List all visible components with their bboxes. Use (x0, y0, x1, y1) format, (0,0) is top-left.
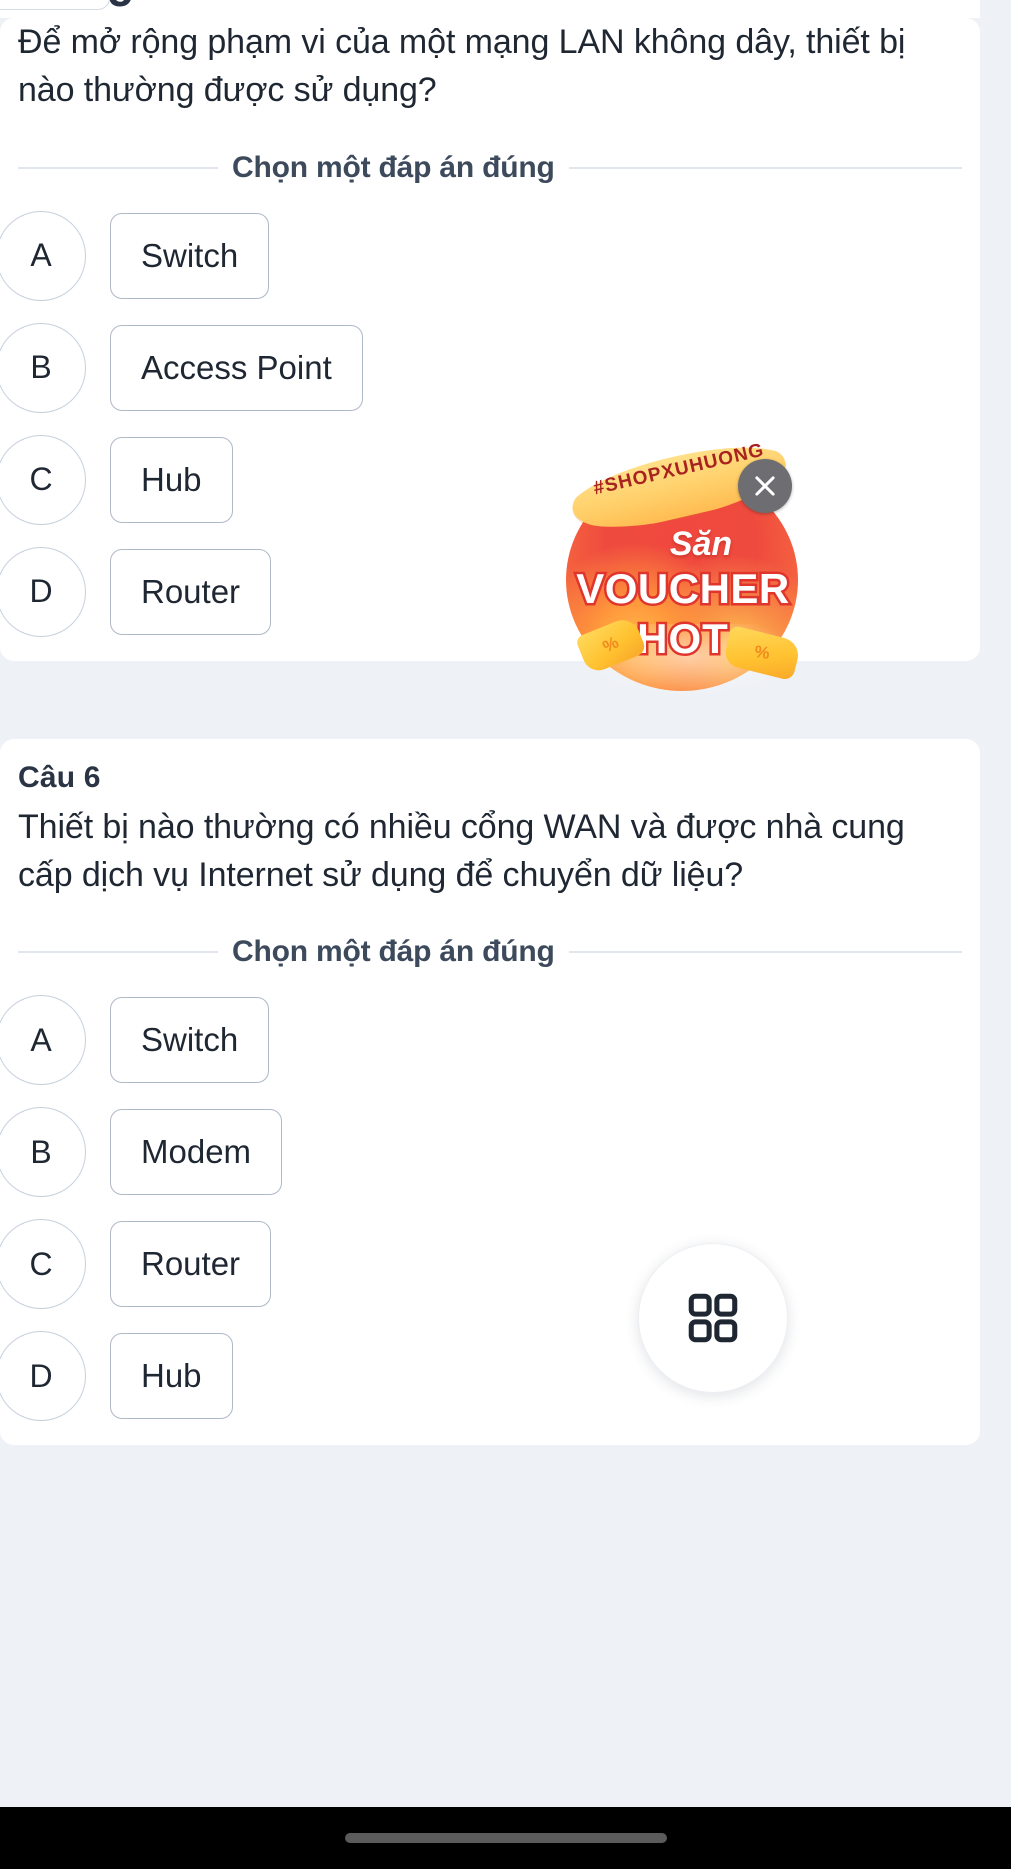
option-row[interactable]: A Switch (0, 210, 962, 301)
option-row[interactable]: D Router (0, 546, 962, 637)
question-text: Thiết bị nào thường có nhiều cổng WAN và… (18, 807, 905, 894)
answer-prompt-label: Chọn một đáp án đúng (232, 935, 555, 969)
option-row[interactable]: D Hub (0, 1331, 962, 1422)
option-letter-d[interactable]: D (0, 1331, 86, 1422)
divider-line-left (18, 951, 218, 954)
answer-prompt-divider: Chọn một đáp án đúng (18, 935, 962, 969)
option-letter-a[interactable]: A (0, 210, 86, 301)
page-edge-strip (980, 0, 1011, 1869)
voucher-ad-banner[interactable]: #SHOPXUHUONG Săn VOUCHER HOT % % (558, 447, 816, 705)
option-row[interactable]: B Modem (0, 1107, 962, 1198)
question-text: Để mở rộng phạm vi của một mạng LAN khôn… (18, 23, 906, 110)
previous-question-sliver: 5 (0, 0, 1011, 18)
close-icon[interactable] (738, 459, 792, 513)
percent-glyph: % (599, 632, 622, 657)
answer-prompt-divider: Chọn một đáp án đúng (18, 151, 962, 185)
option-letter-b[interactable]: B (0, 322, 86, 413)
grid-2x2-icon[interactable] (638, 1243, 788, 1393)
option-letter-b[interactable]: B (0, 1107, 86, 1198)
option-row[interactable]: A Switch (0, 995, 962, 1086)
card-separator-band (0, 660, 1011, 739)
divider-line-left (18, 166, 218, 169)
option-row[interactable]: C Router (0, 1219, 962, 1310)
ad-line-1: Săn (669, 525, 733, 563)
question-card-1: Để mở rộng phạm vi của một mạng LAN khôn… (0, 18, 980, 661)
option-answer-c[interactable]: Router (110, 1221, 272, 1308)
ad-line-2: VOUCHER (574, 563, 792, 615)
option-answer-a[interactable]: Switch (110, 212, 270, 299)
home-indicator[interactable] (344, 1833, 667, 1843)
options-list: A Switch B Modem C Router D Hub (0, 995, 962, 1422)
option-row[interactable]: B Access Point (0, 322, 962, 413)
question-number-label: Câu 6 (18, 760, 101, 794)
option-answer-c[interactable]: Hub (110, 436, 233, 523)
option-letter-a[interactable]: A (0, 995, 86, 1086)
app-screen: 5 Để mở rộng phạm vi của một mạng LAN kh… (0, 0, 1011, 1869)
question-card-2: Câu 6 Thiết bị nào thường có nhiều cổng … (0, 738, 980, 1446)
answer-prompt-label: Chọn một đáp án đúng (232, 150, 555, 184)
option-answer-b[interactable]: Access Point (110, 324, 363, 411)
percent-glyph: % (753, 642, 771, 663)
option-letter-c[interactable]: C (0, 434, 86, 525)
divider-line-right (568, 166, 962, 169)
divider-line-right (568, 951, 962, 954)
option-row[interactable]: C Hub (0, 434, 962, 525)
options-list: A Switch B Access Point C Hub D Router (0, 210, 962, 637)
partial-option-box (0, 0, 110, 10)
partial-text-glyph: 5 (108, 0, 132, 14)
option-answer-b[interactable]: Modem (110, 1109, 283, 1196)
option-answer-d[interactable]: Hub (110, 1333, 233, 1420)
option-answer-a[interactable]: Switch (110, 997, 270, 1084)
system-navigation-bar (0, 1807, 1011, 1869)
option-letter-d[interactable]: D (0, 546, 86, 637)
option-letter-c[interactable]: C (0, 1219, 86, 1310)
option-answer-d[interactable]: Router (110, 548, 272, 635)
